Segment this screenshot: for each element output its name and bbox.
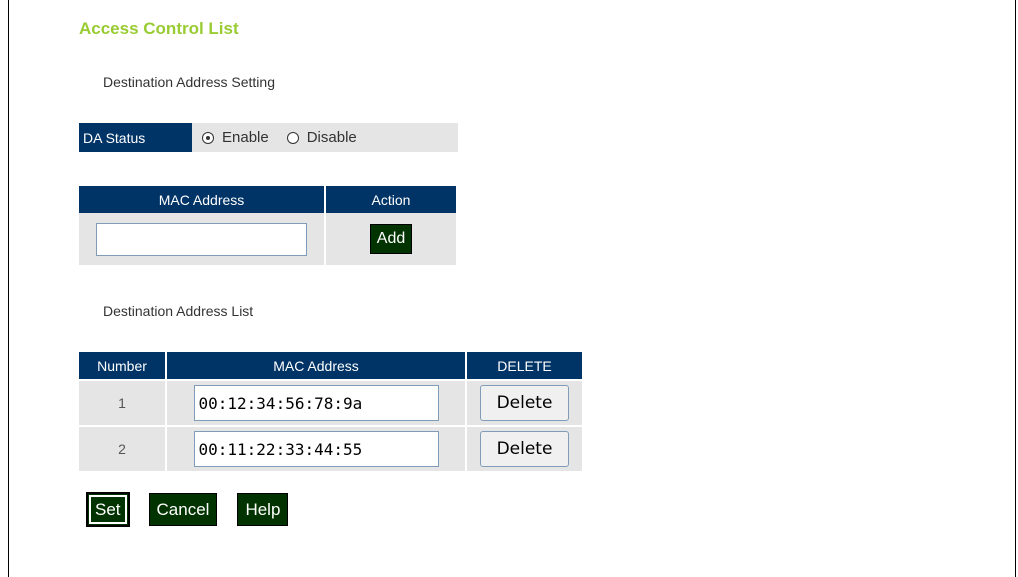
row-mac-input[interactable] <box>193 431 439 467</box>
disable-radio-indicator[interactable] <box>286 131 299 144</box>
mac-address-input[interactable] <box>96 222 307 256</box>
form-actions: Set Cancel Help <box>87 493 289 526</box>
action-header: Action <box>326 186 456 213</box>
list-heading: Destination Address List <box>103 303 254 319</box>
delete-button[interactable]: Delete <box>480 431 569 467</box>
delete-button[interactable]: Delete <box>480 385 569 421</box>
add-button[interactable]: Add <box>369 224 413 254</box>
row-number: 1 <box>79 381 165 425</box>
row-delete-cell: Delete <box>467 381 582 425</box>
table-row: 2 Delete <box>79 427 582 471</box>
page-title: Access Control List <box>79 19 239 38</box>
disable-radio-label: Disable <box>306 129 357 146</box>
mac-input-cell <box>79 213 324 265</box>
enable-radio[interactable]: Enable <box>202 129 269 146</box>
da-status-radio-group: Enable Disable <box>192 123 375 152</box>
enable-radio-label: Enable <box>222 129 269 146</box>
table-row: 1 Delete <box>79 381 582 425</box>
mac-address-header: MAC Address <box>79 186 324 213</box>
delete-header: DELETE <box>467 352 582 379</box>
disable-radio[interactable]: Disable <box>286 129 357 146</box>
da-status-label: DA Status <box>79 123 192 152</box>
number-header: Number <box>79 352 165 379</box>
row-mac-cell <box>167 381 465 425</box>
da-status-row: DA Status Enable Disable <box>79 123 458 152</box>
set-button[interactable]: Set <box>87 493 129 526</box>
row-delete-cell: Delete <box>467 427 582 471</box>
enable-radio-indicator[interactable] <box>202 131 214 144</box>
mac-list-table: Number MAC Address DELETE 1 Delete 2 Del… <box>77 350 584 473</box>
row-number: 2 <box>79 427 165 471</box>
row-mac-input[interactable] <box>193 385 439 421</box>
setting-heading: Destination Address Setting <box>103 74 275 90</box>
help-button[interactable]: Help <box>237 493 289 526</box>
cancel-button[interactable]: Cancel <box>148 493 218 526</box>
add-cell: Add <box>326 213 456 265</box>
row-mac-cell <box>167 427 465 471</box>
list-mac-header: MAC Address <box>167 352 465 379</box>
add-mac-table: MAC Address Action Add <box>77 186 458 265</box>
